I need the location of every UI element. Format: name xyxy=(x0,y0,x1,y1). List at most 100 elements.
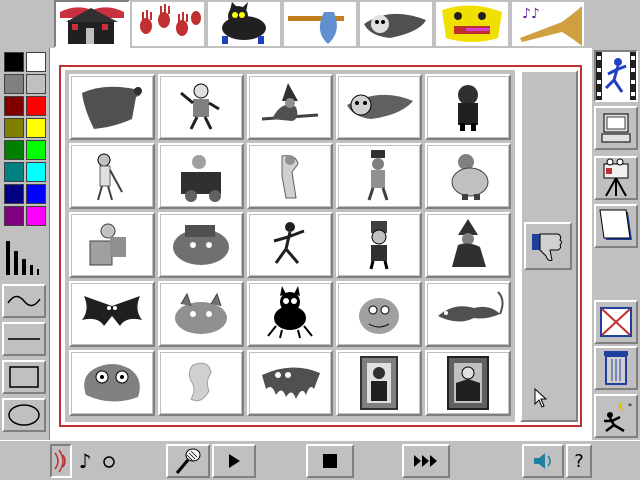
wheelchair-mummy-stamp[interactable] xyxy=(158,143,244,209)
fast-forward-icon xyxy=(414,455,437,467)
bony-ghost-icon xyxy=(281,155,299,199)
category-flying-skull[interactable] xyxy=(358,0,434,48)
crouching-witch-icon xyxy=(452,219,486,267)
swatch-purple[interactable] xyxy=(4,206,24,226)
rectangle-tool[interactable] xyxy=(2,360,46,394)
rectangle-icon xyxy=(9,366,39,388)
trash-can-icon xyxy=(604,351,628,385)
witch-broom-stamp[interactable] xyxy=(247,74,333,140)
framed-vampire-stamp[interactable] xyxy=(425,350,511,416)
haunted-house-icon xyxy=(56,2,128,46)
animation-tool[interactable] xyxy=(594,50,638,102)
speaker-button[interactable] xyxy=(522,444,564,478)
sound-wave-button[interactable] xyxy=(50,444,72,478)
swatch-maroon[interactable] xyxy=(4,96,24,116)
record-button[interactable] xyxy=(166,444,210,478)
erase-picture-tool[interactable] xyxy=(594,300,638,344)
hairy-monster-icon xyxy=(359,298,399,334)
swatch-green[interactable] xyxy=(4,140,24,160)
armchair-ghost-stamp[interactable] xyxy=(69,212,155,278)
dancing-skeleton-icon xyxy=(273,222,305,264)
trash-can-tool[interactable] xyxy=(594,346,638,390)
slime-monster-stamp[interactable] xyxy=(69,350,155,416)
fat-ghoul-stamp[interactable] xyxy=(425,143,511,209)
circle-icon xyxy=(103,456,115,468)
night-runner-icon: * xyxy=(604,401,632,433)
computer-icon xyxy=(601,113,631,143)
skeleton-cane-stamp[interactable] xyxy=(69,143,155,209)
swatch-olive[interactable] xyxy=(4,118,24,138)
thumbs-down-button[interactable] xyxy=(524,222,572,270)
play-icon xyxy=(229,454,240,468)
line-icon xyxy=(8,338,40,340)
flying-skull-stamp[interactable] xyxy=(336,74,422,140)
mummy-stamp[interactable] xyxy=(158,74,244,140)
dancer-animation-icon xyxy=(596,52,636,100)
movie-camera-icon xyxy=(603,158,629,197)
frankenstein-stamp[interactable] xyxy=(336,212,422,278)
help-icon: ? xyxy=(574,450,584,472)
category-haunted-house[interactable] xyxy=(54,0,130,48)
crouching-witch-stamp[interactable] xyxy=(425,212,511,278)
swatch-lime[interactable] xyxy=(26,140,46,160)
night-runner-tool[interactable]: * xyxy=(594,394,638,438)
category-music-horn[interactable]: ♪♪ xyxy=(510,0,586,48)
music-note-button[interactable]: ♪ xyxy=(74,444,96,478)
movie-camera-tool[interactable] xyxy=(594,156,638,200)
swatch-navy[interactable] xyxy=(4,184,24,204)
line-tool[interactable] xyxy=(2,322,46,356)
slime-monster-icon xyxy=(84,364,140,402)
swatch-magenta[interactable] xyxy=(26,206,46,226)
circle-button[interactable] xyxy=(98,444,120,478)
bony-ghost-stamp[interactable] xyxy=(247,143,333,209)
swatch-black[interactable] xyxy=(4,52,24,72)
category-monster-face[interactable] xyxy=(434,0,510,48)
help-button[interactable]: ? xyxy=(566,444,592,478)
dancing-skeleton-stamp[interactable] xyxy=(247,212,333,278)
framed-dracula-icon xyxy=(360,356,398,410)
wispy-ghost-stamp[interactable] xyxy=(158,350,244,416)
fast-forward-button[interactable] xyxy=(402,444,450,478)
leaping-rat-stamp[interactable] xyxy=(425,281,511,347)
armchair-ghost-icon xyxy=(89,223,126,266)
color-palette xyxy=(0,48,50,440)
ghost-stamp[interactable] xyxy=(69,74,155,140)
category-axe[interactable] xyxy=(282,0,358,48)
bat-icon xyxy=(82,296,142,326)
scared-cat-stamp[interactable] xyxy=(247,281,333,347)
swatch-yellow[interactable] xyxy=(26,118,46,138)
category-black-cat[interactable] xyxy=(206,0,282,48)
ghoul-stamp[interactable] xyxy=(425,74,511,140)
top-hat-ghoul-stamp[interactable] xyxy=(336,143,422,209)
frankenstein-icon xyxy=(369,221,389,270)
swatch-cyan[interactable] xyxy=(26,162,46,182)
stop-button[interactable] xyxy=(306,444,354,478)
blob-monster-stamp[interactable] xyxy=(158,212,244,278)
swatch-red[interactable] xyxy=(26,96,46,116)
bat-stamp[interactable] xyxy=(69,281,155,347)
ellipse-tool[interactable] xyxy=(2,398,46,432)
swatch-white[interactable] xyxy=(26,52,46,72)
right-toolbar: * xyxy=(592,48,640,440)
gargoyle-stamp[interactable] xyxy=(158,281,244,347)
line-width-icon xyxy=(6,241,39,275)
swatch-light-gray[interactable] xyxy=(26,74,46,94)
hairy-monster-stamp[interactable] xyxy=(336,281,422,347)
paper-tool[interactable] xyxy=(594,204,638,248)
svg-text:♪♪: ♪♪ xyxy=(522,6,540,22)
line-width-tool[interactable] xyxy=(2,234,46,280)
dripping-ghost-icon xyxy=(262,367,320,399)
play-button[interactable] xyxy=(212,444,256,478)
computer-tool[interactable] xyxy=(594,106,638,150)
sound-wave-icon xyxy=(54,449,66,473)
category-hand-prints[interactable] xyxy=(130,0,206,48)
swatch-gray[interactable] xyxy=(4,74,24,94)
swatch-blue[interactable] xyxy=(26,184,46,204)
framed-dracula-stamp[interactable] xyxy=(336,350,422,416)
curve-tool[interactable] xyxy=(2,284,46,318)
swatch-teal[interactable] xyxy=(4,162,24,182)
scared-cat-icon xyxy=(267,286,313,339)
dripping-ghost-stamp[interactable] xyxy=(247,350,333,416)
mummy-icon xyxy=(180,83,220,130)
cat-icon xyxy=(208,2,280,46)
